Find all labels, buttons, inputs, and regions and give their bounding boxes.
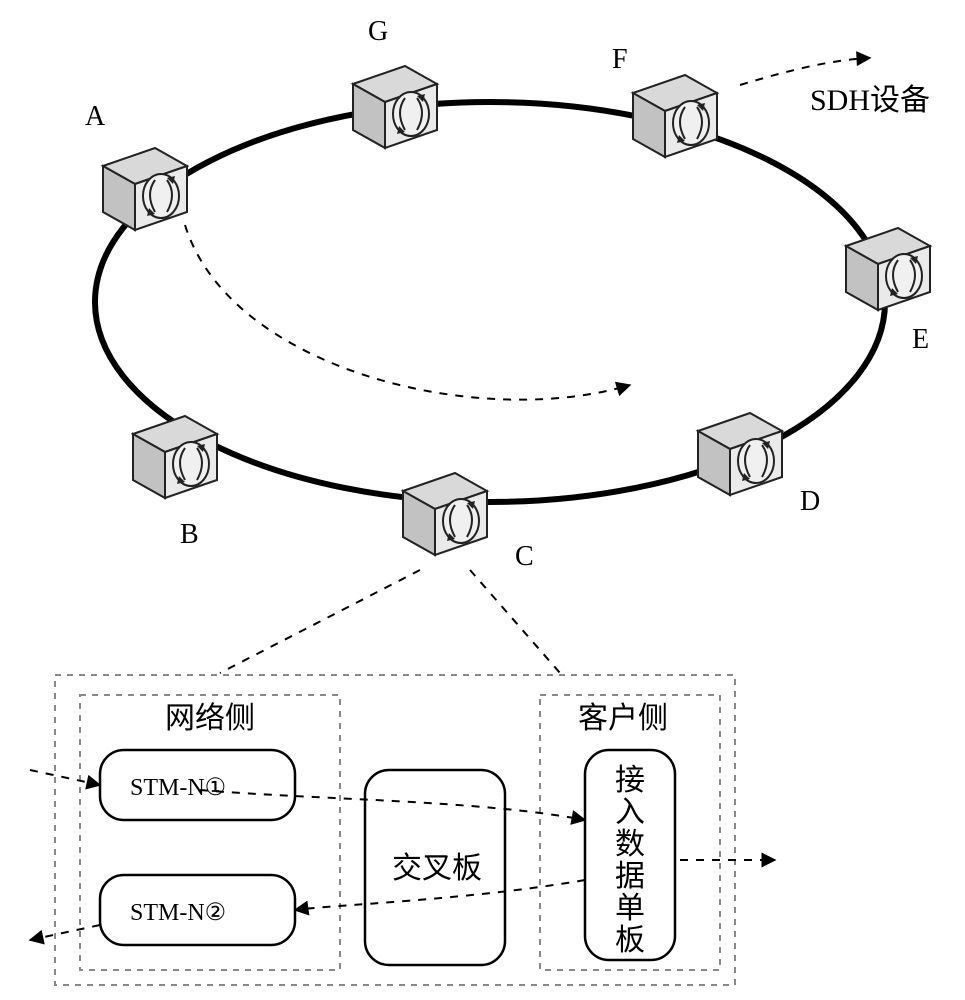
- access-line1: 接: [615, 764, 645, 797]
- stm-n-1-label: STM-N①: [130, 775, 226, 801]
- ring-direction-arrow: [185, 225, 630, 400]
- node-g-icon: [353, 66, 437, 148]
- sdh-pointer: [740, 58, 870, 85]
- access-line5: 单: [615, 892, 645, 925]
- node-f-icon: [633, 75, 717, 157]
- node-c-label: C: [515, 541, 534, 572]
- node-e-icon: [846, 228, 930, 310]
- cross-label: 交叉板: [392, 852, 482, 885]
- node-a-label: A: [85, 101, 106, 132]
- flow-stm1-to-access: [200, 790, 585, 820]
- node-g-label: G: [368, 16, 388, 47]
- access-line2: 入: [615, 796, 645, 829]
- node-b-icon: [133, 416, 217, 498]
- access-line3: 数: [615, 828, 645, 861]
- detail-connector-left: [220, 570, 420, 673]
- flow-out-arrow: [30, 925, 100, 940]
- node-a-icon: [103, 148, 187, 230]
- node-c-icon: [403, 473, 487, 555]
- node-d-label: D: [800, 486, 820, 517]
- network-side-label: 网络侧: [165, 702, 255, 735]
- stm-n-2-label: STM-N②: [130, 900, 226, 926]
- access-line4: 据: [615, 860, 645, 893]
- node-f-label: F: [612, 44, 628, 75]
- network-side-box: [80, 695, 340, 970]
- node-d-icon: [698, 413, 782, 495]
- node-e-label: E: [912, 324, 929, 355]
- access-line6: 板: [615, 924, 645, 957]
- detail-box: 网络侧 STM-N① STM-N② 交叉板 客户侧 接 入 数 据 单 板: [30, 675, 775, 985]
- detail-connector-right: [470, 570, 560, 673]
- flow-in-arrow: [30, 770, 100, 785]
- sdh-legend: SDH设备: [810, 84, 930, 117]
- client-side-label: 客户侧: [578, 702, 668, 735]
- node-b-label: B: [180, 519, 199, 550]
